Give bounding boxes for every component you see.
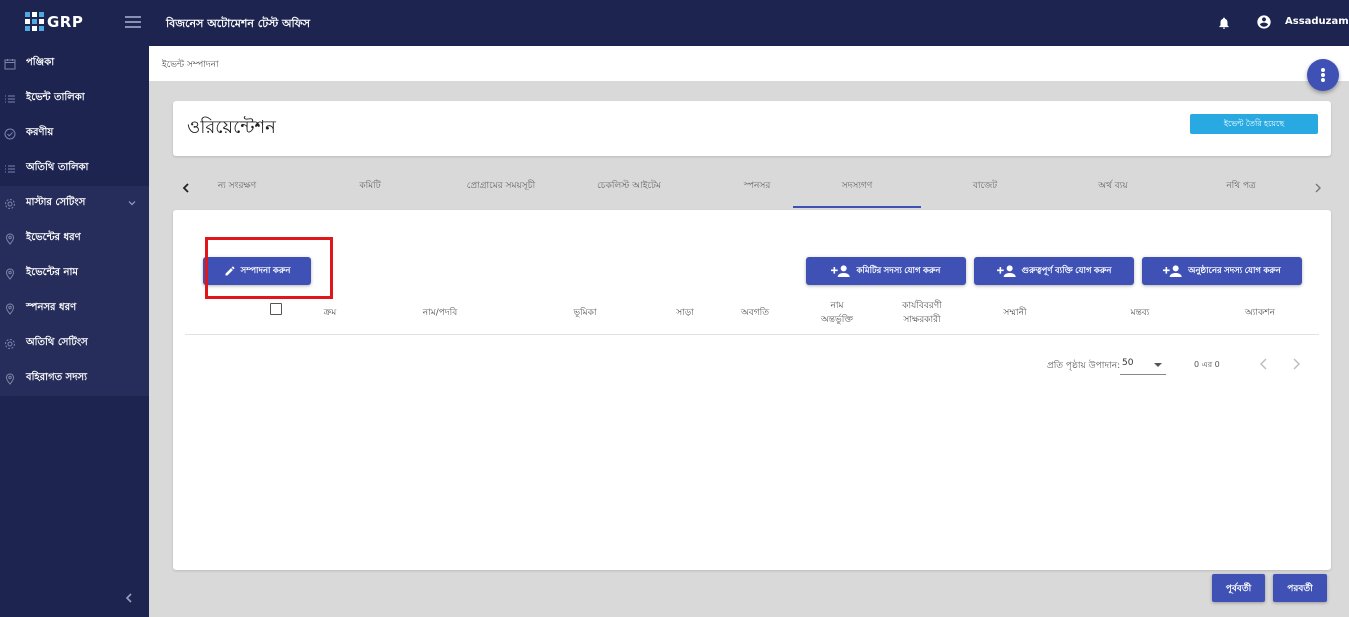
tab-checklist-items[interactable]: চেকলিস্ট আইটেম [565, 168, 693, 208]
sidebar-item-guest-list[interactable]: অতিথি তালিকা [0, 151, 149, 186]
sidebar-item-label: পঞ্জিকা [26, 57, 55, 68]
column-minutes-signatory-line2: সাক্ষরকারী [903, 315, 941, 325]
gear-icon [5, 198, 15, 209]
column-honorarium: সম্মানী [1003, 308, 1027, 318]
sidebar-item-external-members[interactable]: বহিরাগত সদস্য [0, 361, 149, 396]
column-action: অ্যাকশন [1244, 308, 1275, 318]
members-table-header: ক্রম নাম/পদবি ভূমিকা সাড়া অবগতি নাম অন্… [185, 293, 1319, 335]
event-tabs: ন্য সংরক্ষণ কমিটি প্রোগ্রামের সময়সূচী চ… [173, 168, 1331, 208]
tab-expenses[interactable]: অর্থ ব্যয় [1049, 168, 1177, 208]
sidebar-item-label: বহিরাগত সদস্য [26, 372, 87, 383]
office-title: বিজনেস অটোমেশন টেস্ট অফিস [166, 17, 311, 30]
tab-scroll-left-icon[interactable] [175, 178, 195, 198]
sidebar-item-label: অতিথি সেটিংস [26, 337, 88, 348]
event-title-card: ওরিয়েন্টেশন ইভেন্ট তৈরি হয়েছে [173, 101, 1331, 156]
column-minutes-signatory-line1: কার্যবিবরণী [902, 301, 942, 311]
sidebar-item-label: ইভেন্ট তালিকা [26, 92, 85, 103]
select-all-checkbox[interactable] [270, 303, 282, 315]
dropdown-arrow-icon [1154, 363, 1162, 367]
next-page-icon[interactable] [1287, 355, 1305, 373]
add-important-person-button[interactable]: গুরুত্বপূর্ণ ব্যক্তি যোগ করুন [974, 257, 1134, 285]
grp-logo[interactable]: GRP [25, 12, 83, 31]
add-committee-member-label: কমিটির সদস্য যোগ করুন [856, 265, 941, 275]
column-serial: ক্রম [323, 308, 337, 318]
location-pin-icon [5, 372, 15, 385]
pencil-icon [225, 266, 235, 276]
edit-button-label: সম্পাদনা করুন [240, 265, 291, 275]
chevron-left-icon[interactable] [122, 591, 136, 605]
breadcrumb-bar: ইভেন্ট সম্পাদনা [149, 46, 1349, 81]
tab-committee[interactable]: কমিটি [306, 168, 434, 208]
more-options-button[interactable] [1307, 59, 1339, 91]
calendar-icon [4, 58, 16, 69]
event-status-button[interactable]: ইভেন্ট তৈরি হয়েছে [1190, 114, 1318, 134]
sidebar: পঞ্জিকা ইভেন্ট তালিকা করণীয় অতিথি তালিক… [0, 46, 149, 617]
tab-scroll-right-icon[interactable] [1308, 178, 1328, 198]
sidebar-item-todo[interactable]: করণীয় [0, 116, 149, 151]
previous-page-icon[interactable] [1255, 355, 1273, 373]
notification-bell-icon[interactable] [1217, 15, 1231, 31]
person-add-icon [996, 265, 1016, 277]
column-name-inclusion: নাম অন্তর্ভুক্তি [797, 293, 877, 333]
sidebar-item-event-type[interactable]: ইভেন্টের ধরণ [0, 221, 149, 256]
person-add-icon [831, 265, 851, 277]
column-response: সাড়া [676, 308, 694, 318]
sidebar-item-label: স্পনসর ধরণ [26, 302, 77, 313]
page-size-value: 50 [1122, 358, 1134, 368]
tab-documents[interactable]: নথি পত্র [1177, 168, 1303, 208]
sidebar-item-label: মাস্টার সেটিংস [26, 197, 86, 208]
username[interactable]: Assaduzaman [1285, 16, 1349, 27]
page-title: ওরিয়েন্টেশন [187, 117, 276, 138]
add-event-member-button[interactable]: অনুষ্ঠানের সদস্য যোগ করুন [1142, 257, 1302, 285]
list-icon [5, 95, 15, 102]
sidebar-item-event-list[interactable]: ইভেন্ট তালিকা [0, 81, 149, 116]
tab-budget[interactable]: বাজেট [921, 168, 1049, 208]
sidebar-item-master-settings[interactable]: মাস্টার সেটিংস [0, 186, 149, 221]
tab-members[interactable]: সদস্যগণ [793, 168, 921, 208]
column-name-designation: নাম/পদবি [422, 308, 458, 318]
chevron-down-icon[interactable] [127, 198, 137, 208]
page-range-label: 0 এর 0 [1194, 360, 1220, 369]
tab-preservation[interactable]: ন্য সংরক্ষণ [199, 168, 301, 208]
location-pin-icon [5, 232, 15, 245]
sidebar-item-label: করণীয় [26, 127, 54, 138]
column-informed: অবগতি [740, 308, 770, 318]
tab-program-schedule[interactable]: প্রোগ্রামের সময়সূচী [437, 168, 565, 208]
add-event-member-label: অনুষ্ঠানের সদস্য যোগ করুন [1188, 265, 1281, 275]
add-important-person-label: গুরুত্বপূর্ণ ব্যক্তি যোগ করুন [1021, 265, 1112, 275]
add-committee-member-button[interactable]: কমিটির সদস্য যোগ করুন [806, 257, 966, 285]
logo-mark-icon [25, 12, 44, 31]
sidebar-item-sponsor-type[interactable]: স্পনসর ধরণ [0, 291, 149, 326]
gear-icon [5, 338, 15, 349]
column-name-inclusion-line2: অন্তর্ভুক্তি [820, 315, 854, 325]
members-panel: সম্পাদনা করুন কমিটির সদস্য যোগ করুন গুরু… [173, 210, 1331, 570]
column-name-inclusion-line1: নাম [830, 301, 844, 311]
column-minutes-signatory: কার্যবিবরণী সাক্ষরকারী [880, 293, 964, 333]
sidebar-item-label: অতিথি তালিকা [26, 162, 89, 173]
page-size-select[interactable]: 50 [1120, 355, 1166, 375]
sidebar-item-event-name[interactable]: ইভেন্টের নাম [0, 256, 149, 291]
account-circle-icon[interactable] [1256, 14, 1272, 30]
check-circle-icon [4, 128, 16, 139]
person-add-icon [1163, 265, 1182, 277]
location-pin-icon [5, 267, 15, 280]
location-pin-icon [5, 302, 15, 315]
sidebar-item-label: ইভেন্টের নাম [26, 267, 78, 278]
column-remarks: মন্তব্য [1130, 308, 1150, 318]
list-icon [5, 165, 15, 172]
edit-button[interactable]: সম্পাদনা করুন [203, 257, 311, 285]
breadcrumb: ইভেন্ট সম্পাদনা [162, 60, 219, 70]
top-bar: GRP বিজনেস অটোমেশন টেস্ট অফিস Assaduzama… [0, 0, 1349, 46]
sidebar-item-guest-settings[interactable]: অতিথি সেটিংস [0, 326, 149, 361]
sidebar-item-label: ইভেন্টের ধরণ [26, 232, 81, 243]
previous-button[interactable]: পূর্ববর্তী [1212, 574, 1265, 602]
column-role: ভূমিকা [573, 308, 597, 318]
paginator: প্রতি পৃষ্ঠায় উপাদান: 50 0 এর 0 [173, 355, 1331, 375]
next-button[interactable]: পরবর্তী [1273, 574, 1327, 602]
items-per-page-label: প্রতি পৃষ্ঠায় উপাদান: [1047, 361, 1121, 371]
menu-toggle-icon[interactable] [125, 16, 141, 28]
logo-text: GRP [47, 12, 84, 31]
sidebar-item-calendar[interactable]: পঞ্জিকা [0, 46, 149, 81]
